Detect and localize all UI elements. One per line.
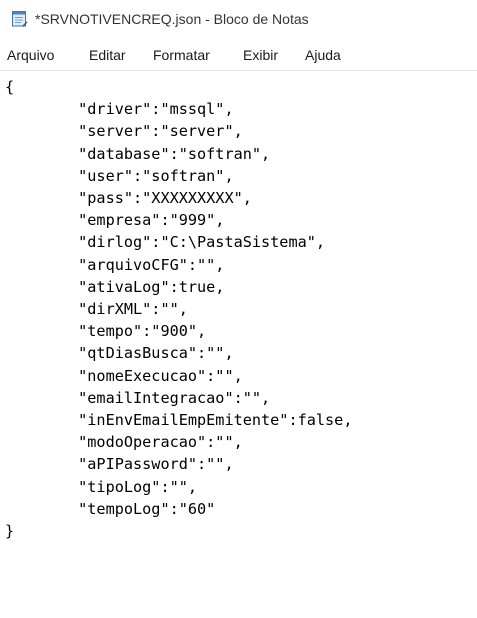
menu-exibir[interactable]: Exibir [243, 46, 278, 64]
menu-ajuda[interactable]: Ajuda [305, 46, 341, 64]
window-title: *SRVNOTIVENCREQ.json - Bloco de Notas [35, 11, 309, 27]
title-bar[interactable]: *SRVNOTIVENCREQ.json - Bloco de Notas [0, 0, 477, 38]
editor-text[interactable]: { "driver":"mssql", "server":"server", "… [5, 76, 352, 542]
menu-formatar[interactable]: Formatar [153, 46, 210, 64]
menu-arquivo[interactable]: Arquivo [7, 46, 54, 64]
notepad-window: *SRVNOTIVENCREQ.json - Bloco de Notas Ar… [0, 0, 477, 618]
notepad-icon [11, 10, 28, 27]
menu-editar[interactable]: Editar [89, 46, 126, 64]
text-editor-area[interactable]: { "driver":"mssql", "server":"server", "… [0, 70, 477, 618]
menu-bar: Arquivo Editar Formatar Exibir Ajuda [0, 40, 477, 68]
